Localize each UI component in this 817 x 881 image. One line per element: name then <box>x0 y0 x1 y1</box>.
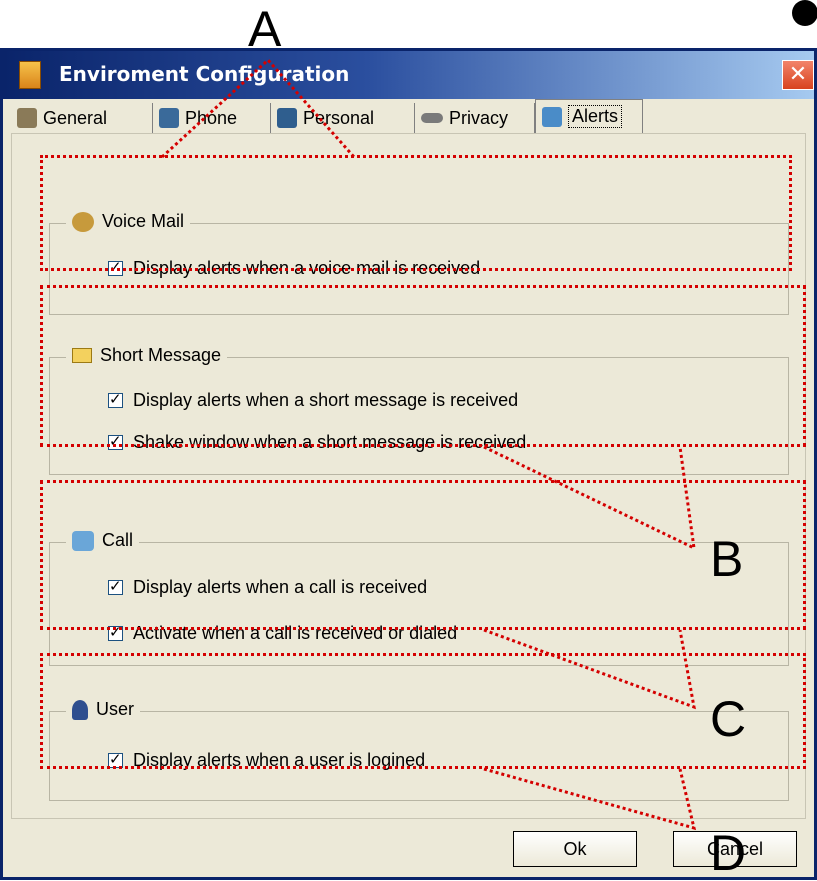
callout-box-d <box>40 653 806 769</box>
title-bar[interactable]: Enviroment Configuration ✕ <box>3 51 814 99</box>
tab-label: General <box>43 107 108 128</box>
phone-icon <box>159 108 179 128</box>
tab-personal[interactable]: Personal <box>271 103 415 133</box>
callout-box-c <box>40 480 806 630</box>
tab-phone[interactable]: Phone <box>153 103 271 133</box>
tab-alerts[interactable]: Alerts <box>535 99 643 133</box>
tab-label: Privacy <box>449 107 509 128</box>
tab-label: Phone <box>185 107 238 128</box>
footer-divider <box>11 818 806 819</box>
callout-box-a <box>40 155 792 271</box>
tab-privacy[interactable]: Privacy <box>415 103 535 133</box>
callout-label-d: D <box>710 825 747 881</box>
bullet-dot <box>792 0 817 26</box>
app-icon <box>19 61 41 89</box>
tab-general[interactable]: General <box>11 103 153 133</box>
callout-label-a: A <box>248 1 282 57</box>
window-title: Enviroment Configuration <box>59 62 350 86</box>
personal-icon <box>277 108 297 128</box>
callout-label-b: B <box>710 531 744 587</box>
tab-label: Personal <box>303 107 375 128</box>
callout-label-c: C <box>710 691 747 747</box>
alerts-icon <box>542 106 562 127</box>
close-icon[interactable]: ✕ <box>782 60 814 90</box>
ok-button[interactable]: Ok <box>513 831 637 867</box>
callout-box-b <box>40 285 806 447</box>
privacy-icon <box>421 113 443 123</box>
general-icon <box>17 108 37 128</box>
tab-label: Alerts <box>568 105 623 128</box>
